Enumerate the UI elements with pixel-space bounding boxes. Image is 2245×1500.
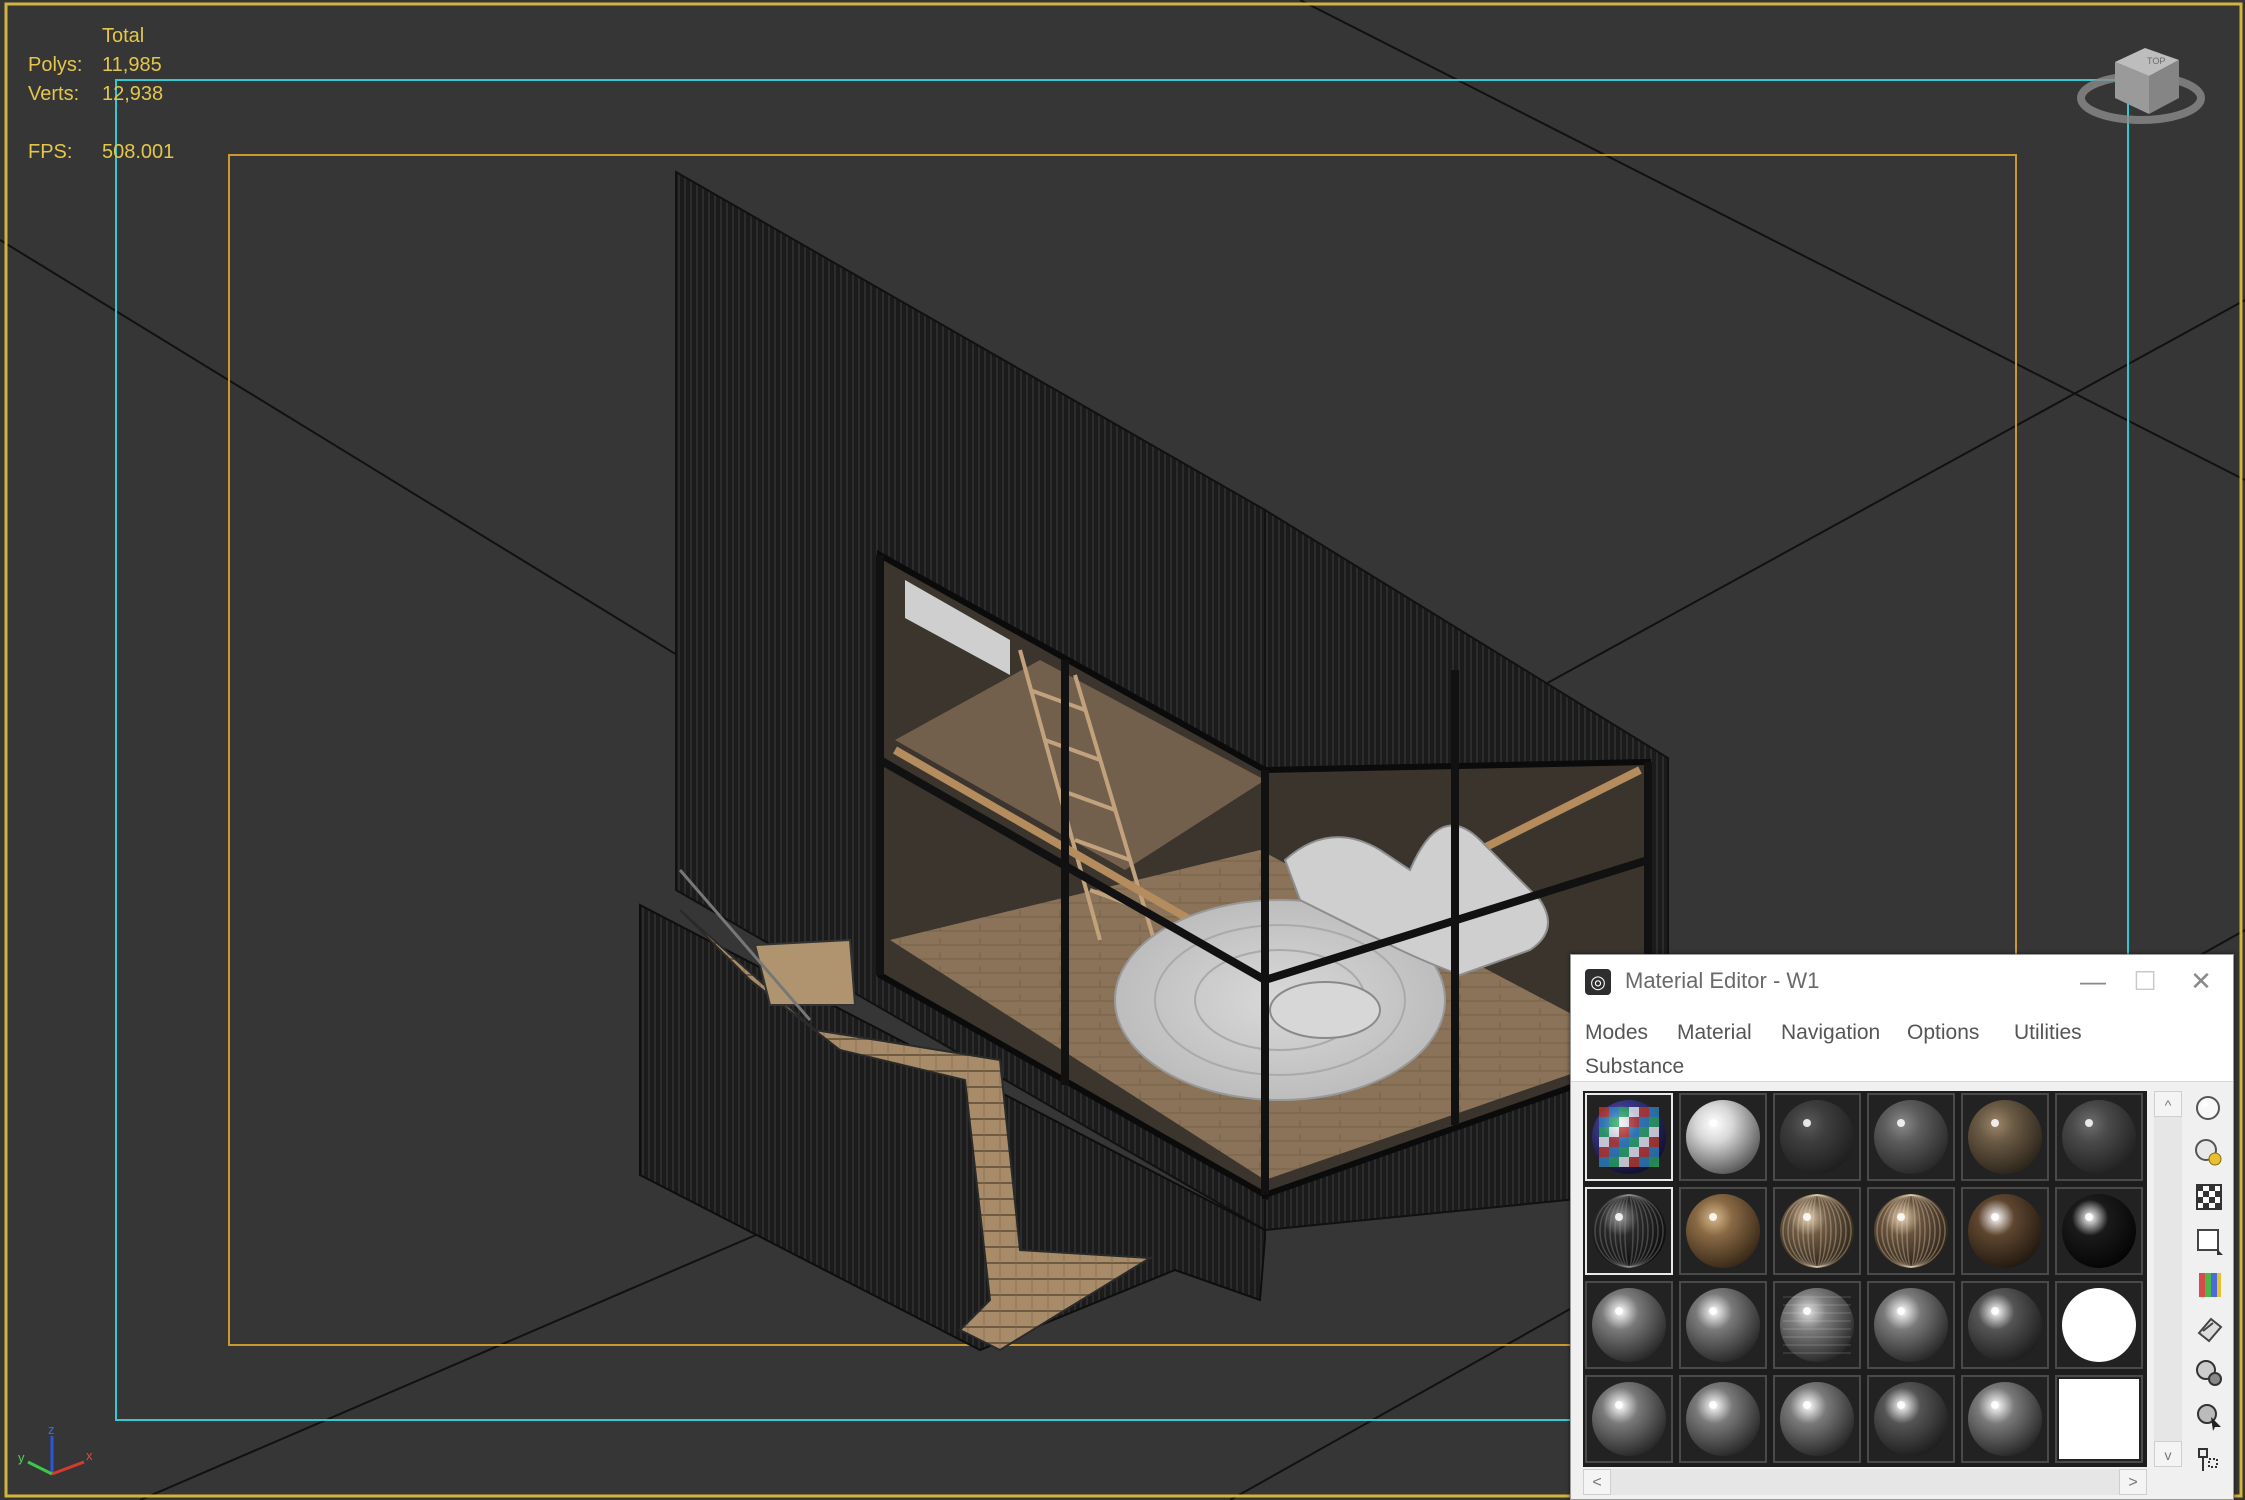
viewport-statistics: Total Polys: 11,985 Verts: 12,938 FPS: 508.… [28, 22, 174, 167]
menu-material[interactable]: Material [1677, 1021, 1752, 1045]
material-sphere-icon [1686, 1382, 1760, 1456]
material-sphere-icon [1592, 1100, 1666, 1174]
material-sphere-icon [1874, 1288, 1948, 1362]
cabin-model [639, 170, 1669, 1352]
material-editor-menubar: Modes Material Navigation Options Utilit… [1571, 1007, 2233, 1082]
material-slot[interactable] [1961, 1093, 2049, 1181]
sample-slots-grid [1583, 1091, 2147, 1467]
material-slot[interactable] [1867, 1093, 1955, 1181]
material-sphere-icon [1686, 1100, 1760, 1174]
material-slot[interactable] [1679, 1187, 1767, 1275]
material-sphere-icon [1968, 1382, 2042, 1456]
select-by-material-icon[interactable] [2193, 1401, 2225, 1433]
material-sphere-icon [2062, 1100, 2136, 1174]
material-slot[interactable] [1773, 1187, 1861, 1275]
material-slot[interactable] [1679, 1375, 1767, 1463]
background-icon[interactable] [2193, 1181, 2225, 1213]
material-sphere-icon [2062, 1288, 2136, 1362]
verts-label: Verts: [28, 83, 80, 105]
material-sphere-icon [1592, 1288, 1666, 1362]
scroll-down-arrow[interactable]: v [2154, 1441, 2182, 1467]
fps-value: 508.001 [102, 141, 175, 163]
material-slot[interactable] [1773, 1093, 1861, 1181]
material-sphere-icon [1874, 1100, 1948, 1174]
material-sphere-icon [2059, 1379, 2139, 1459]
material-slot[interactable] [1867, 1187, 1955, 1275]
material-slot[interactable] [1585, 1093, 1673, 1181]
material-sphere-icon [1780, 1194, 1854, 1268]
polys-value: 11,985 [102, 54, 162, 76]
video-color-icon[interactable] [2193, 1269, 2225, 1301]
material-sphere-icon [1686, 1288, 1760, 1362]
material-sphere-icon [1968, 1288, 2042, 1362]
sample-type-icon[interactable] [2193, 1093, 2225, 1125]
scroll-left-arrow[interactable]: < [1583, 1469, 1611, 1495]
material-slot[interactable] [1867, 1281, 1955, 1369]
material-slot[interactable] [1961, 1375, 2049, 1463]
polys-label: Polys: [28, 54, 83, 76]
material-sphere-icon [1686, 1194, 1760, 1268]
sample-slots-vertical-scrollbar[interactable]: ^ v [2154, 1091, 2182, 1467]
window-title: Material Editor - W1 [1625, 968, 1820, 993]
material-slot[interactable] [1773, 1281, 1861, 1369]
stats-header: Total [102, 25, 145, 47]
material-sphere-icon [1968, 1194, 2042, 1268]
material-sphere-icon [1874, 1382, 1948, 1456]
material-slot[interactable] [2055, 1093, 2143, 1181]
material-slot[interactable] [1679, 1093, 1767, 1181]
material-slot[interactable] [1585, 1187, 1673, 1275]
app-logo-icon: ◎ [1585, 969, 1611, 995]
material-sphere-icon [1874, 1194, 1948, 1268]
material-slot[interactable] [1585, 1375, 1673, 1463]
material-sphere-icon [1780, 1100, 1854, 1174]
scroll-up-arrow[interactable]: ^ [2154, 1091, 2182, 1117]
axis-z-label: z [48, 1424, 55, 1437]
material-sphere-icon [1780, 1288, 1854, 1362]
material-sphere-icon [1592, 1382, 1666, 1456]
material-editor-titlebar[interactable]: ◎ Material Editor - W1 — ☐ ✕ [1571, 955, 2233, 1007]
material-sphere-icon [1592, 1194, 1666, 1268]
material-sphere-icon [2062, 1194, 2136, 1268]
viewcube-icon[interactable]: TOP [2075, 20, 2235, 140]
close-button[interactable]: ✕ [2175, 961, 2227, 1001]
axis-y-label: y [18, 1450, 25, 1465]
material-slot[interactable] [1961, 1187, 2049, 1275]
material-slot[interactable] [2055, 1187, 2143, 1275]
sample-uv-icon[interactable] [2193, 1225, 2225, 1257]
verts-value: 12,938 [102, 83, 164, 105]
material-map-navigator-icon[interactable] [2193, 1445, 2225, 1477]
fps-label: FPS: [28, 141, 73, 163]
scroll-right-arrow[interactable]: > [2119, 1469, 2147, 1495]
make-preview-icon[interactable] [2193, 1313, 2225, 1345]
material-slot[interactable] [1867, 1375, 1955, 1463]
material-slot[interactable] [1961, 1281, 2049, 1369]
menu-modes[interactable]: Modes [1585, 1021, 1648, 1045]
viewcube-top-label: TOP [2147, 56, 2165, 66]
axis-x-label: x [86, 1448, 93, 1463]
menu-utilities[interactable]: Utilities [2014, 1021, 2082, 1045]
material-slot[interactable] [1585, 1281, 1673, 1369]
material-sphere-icon [1780, 1382, 1854, 1456]
menu-substance[interactable]: Substance [1585, 1055, 1684, 1079]
material-editor-side-toolbar [2189, 1091, 2229, 1491]
menu-navigation[interactable]: Navigation [1781, 1021, 1880, 1045]
material-editor-window[interactable]: ◎ Material Editor - W1 — ☐ ✕ Modes Mater… [1570, 954, 2234, 1500]
material-slot[interactable] [1773, 1375, 1861, 1463]
minimize-button[interactable]: — [2067, 961, 2119, 1001]
material-slot[interactable] [2055, 1281, 2143, 1369]
menu-options[interactable]: Options [1907, 1021, 1979, 1045]
material-slot[interactable] [1679, 1281, 1767, 1369]
options-icon[interactable] [2193, 1357, 2225, 1389]
material-sphere-icon [1968, 1100, 2042, 1174]
backlight-icon[interactable] [2193, 1137, 2225, 1169]
sample-slots-horizontal-scrollbar[interactable]: < > [1583, 1469, 2147, 1495]
axis-tripod-icon: z y x [14, 1422, 104, 1494]
maximize-button[interactable]: ☐ [2119, 961, 2171, 1001]
material-slot[interactable] [2055, 1375, 2143, 1463]
